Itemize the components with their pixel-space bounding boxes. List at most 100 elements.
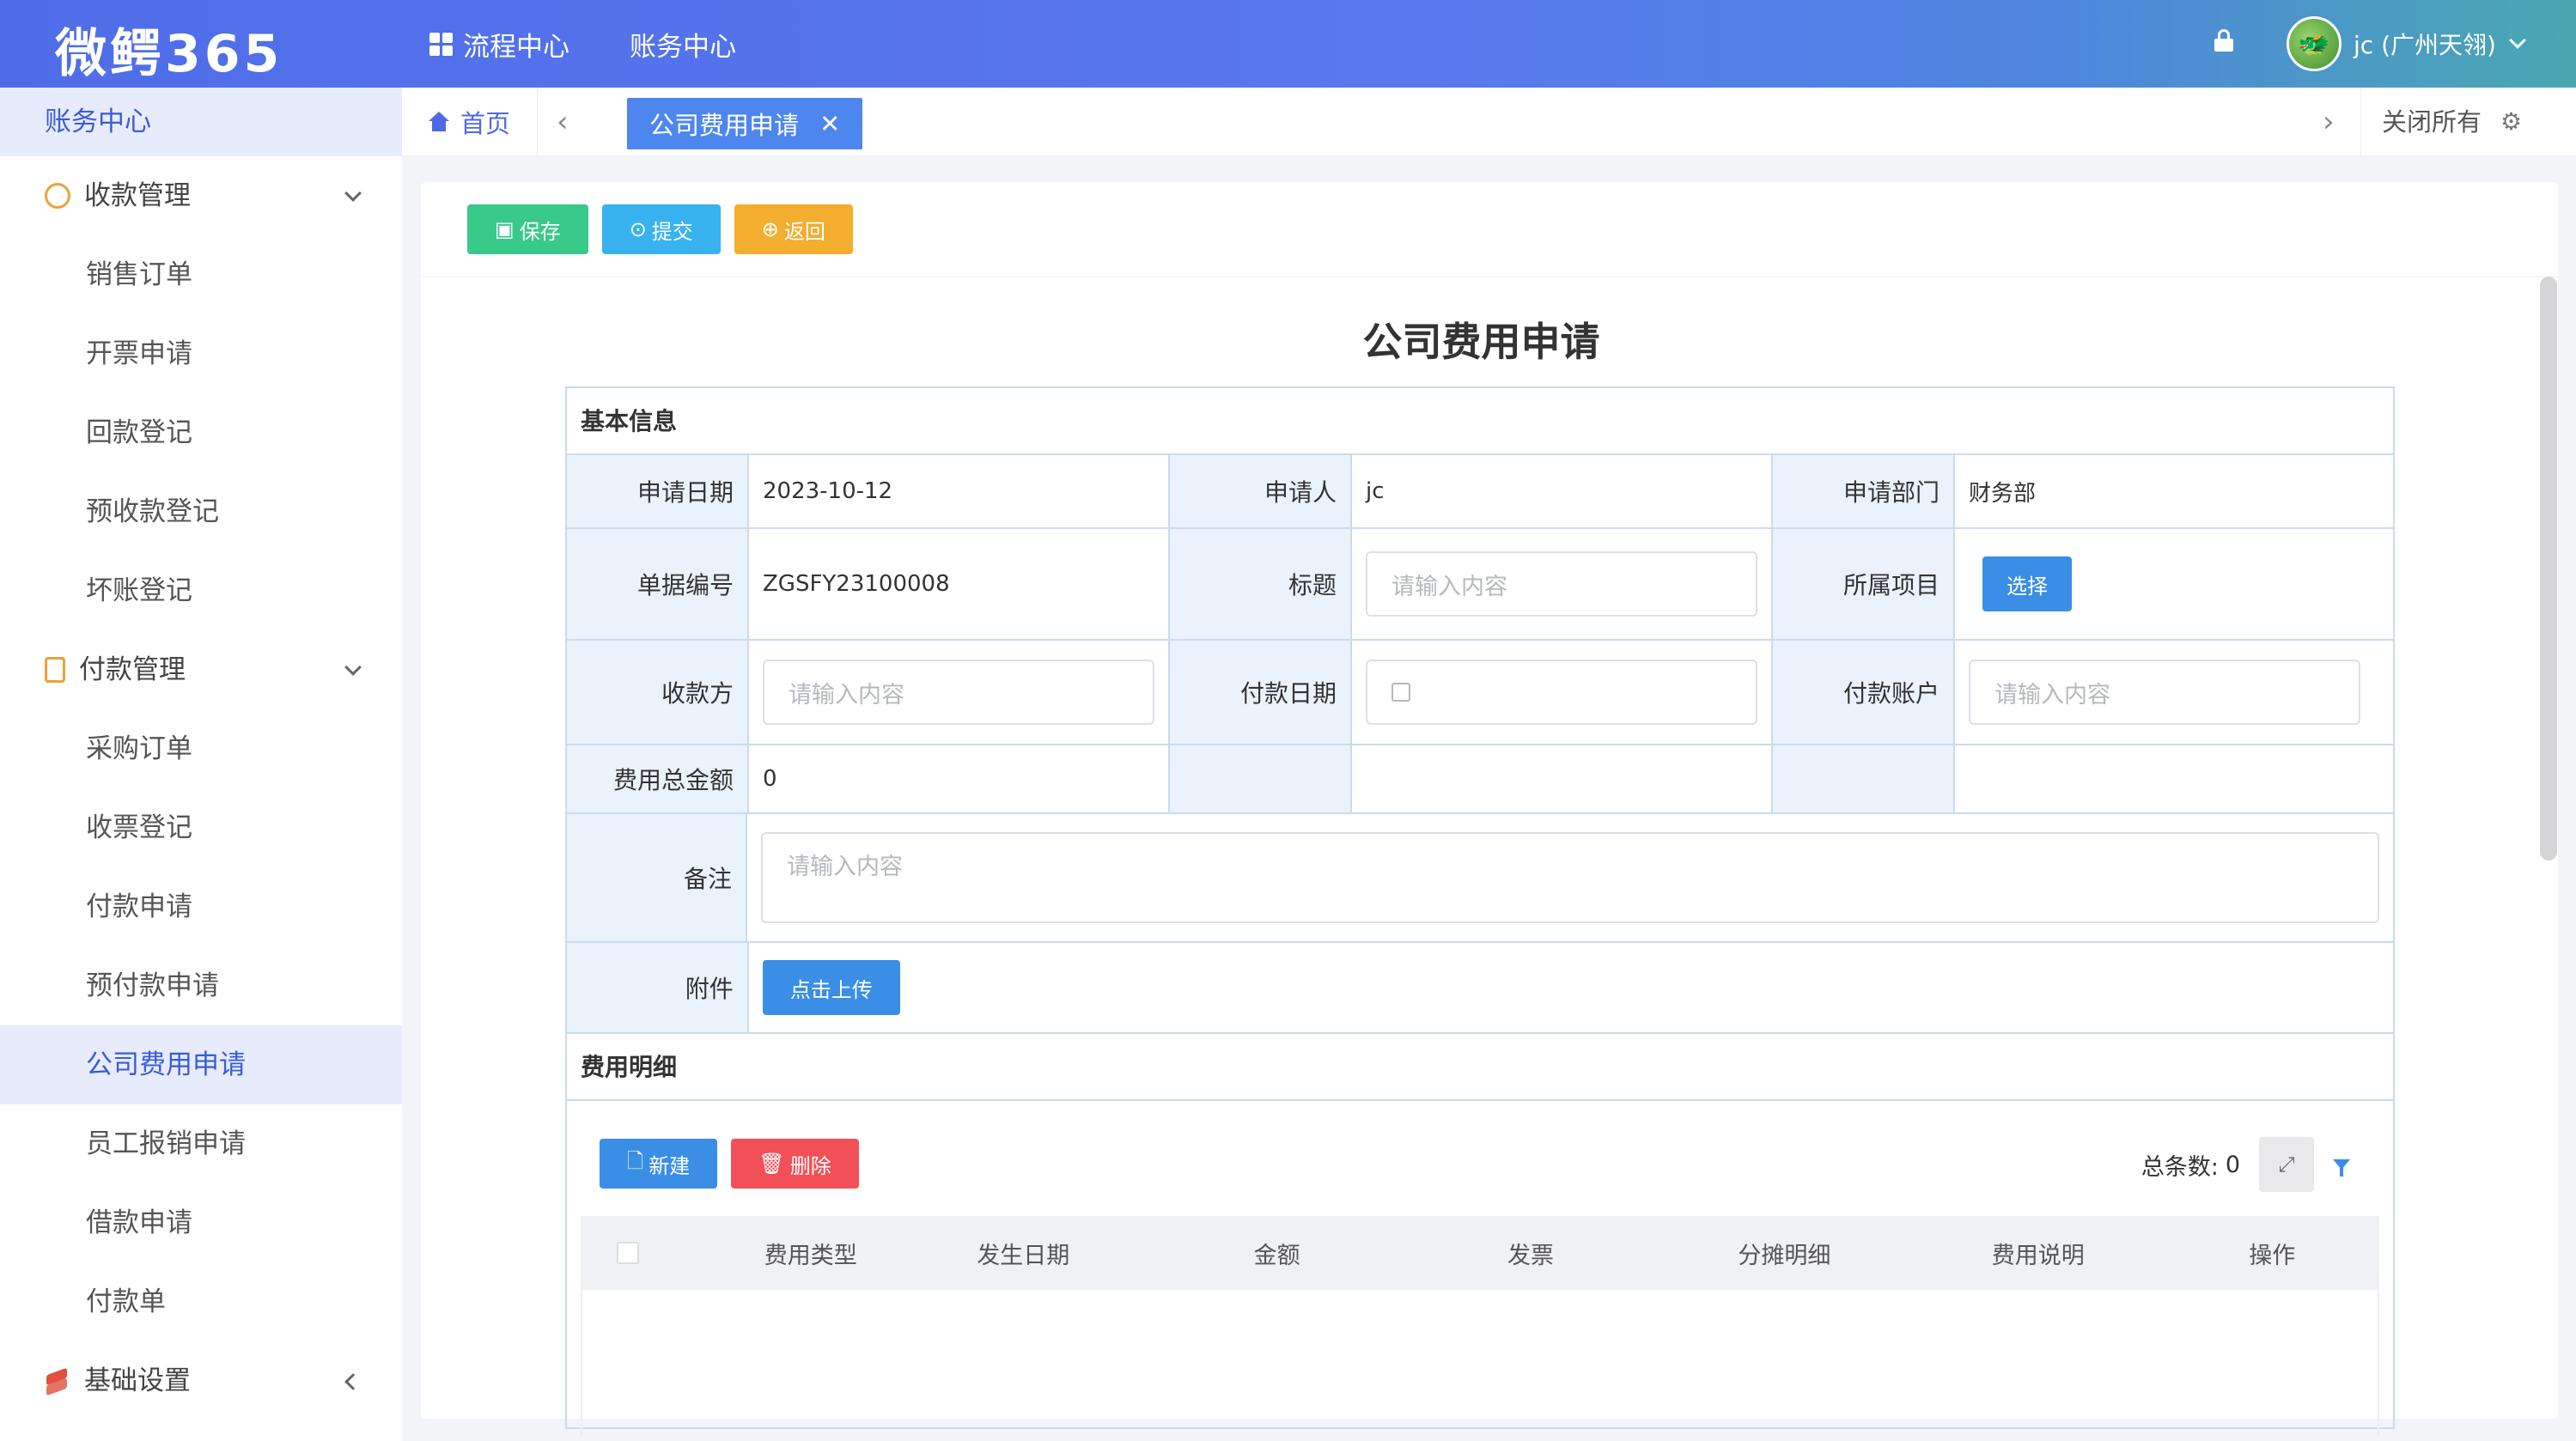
save-icon: ▣ (495, 217, 515, 241)
tab-home-label: 首页 (460, 109, 511, 138)
sidebar-item-sales-order[interactable]: 销售订单 (0, 235, 402, 314)
select-project-button[interactable]: 选择 (1982, 556, 2072, 611)
app-logo[interactable]: 微鳄365 (55, 12, 283, 87)
lock-icon[interactable] (2214, 29, 2233, 52)
save-button[interactable]: ▣ 保存 (467, 204, 588, 254)
table-header: 费用类型 发生日期 金额 发票 分摊明细 费用说明 操作 (581, 1216, 2379, 1290)
sidebar-item-payment-request[interactable]: 付款申请 (0, 867, 402, 946)
delete-button[interactable]: 🗑 删除 (731, 1139, 859, 1189)
sidebar-title: 账务中心 (0, 88, 402, 156)
chevron-left-icon[interactable]: ‹ (557, 88, 569, 156)
column-header[interactable]: 发票 (1404, 1237, 1657, 1270)
column-header[interactable]: 费用类型 (725, 1237, 897, 1270)
applicant-label: 申请人 (1170, 455, 1352, 527)
sidebar-item-loan-request[interactable]: 借款申请 (0, 1183, 402, 1262)
expand-icon[interactable]: ⤢ (2259, 1137, 2314, 1192)
form-row: 单据编号 ZGSFY23100008 标题 请输入内容 所属项目 选择 (567, 529, 2393, 641)
gear-icon[interactable]: ⚙ (2500, 110, 2522, 134)
empty-value (1955, 745, 2376, 812)
column-header[interactable]: 操作 (2165, 1237, 2379, 1270)
chevron-right-icon[interactable]: › (2323, 88, 2335, 156)
close-all-button[interactable]: 关闭所有 (2382, 88, 2482, 156)
total-count-label: 总条数: (2141, 1153, 2219, 1181)
payee-cell: 请输入内容 (749, 641, 1170, 744)
nav-label: 账务中心 (630, 31, 736, 63)
sidebar-item-advance-receipt[interactable]: 预收款登记 (0, 472, 402, 551)
divider (2360, 88, 2361, 156)
sidebar-item-purchase-order[interactable]: 采购订单 (0, 709, 402, 788)
sidebar-item-invoice-request[interactable]: 开票申请 (0, 314, 402, 393)
tab-company-expense[interactable]: 公司费用申请 ✕ (627, 98, 863, 149)
sidebar-item-invoice-received[interactable]: 收票登记 (0, 788, 402, 867)
chevron-down-icon (344, 185, 362, 202)
coin-icon (45, 183, 70, 209)
form-row: 费用总金额 0 (567, 745, 2393, 814)
submit-button[interactable]: ⊙ 提交 (601, 204, 721, 254)
avatar: 🐲 (2287, 16, 2342, 71)
upload-button[interactable]: 点击上传 (762, 960, 900, 1015)
main-panel: ▣ 保存 ⊙ 提交 ⊕ 返回 公司费用申请 基本信息 申请日期 2023-10-… (421, 182, 2558, 1436)
file-icon: 🗋 (627, 1148, 644, 1173)
column-header[interactable]: 金额 (1150, 1237, 1404, 1270)
top-nav: 流程中心 账务中心 (429, 0, 736, 88)
section-expense-detail: 费用明细 (567, 1034, 2393, 1101)
submit-label: 提交 (651, 219, 693, 244)
pay-date-picker[interactable] (1366, 660, 1757, 725)
sidebar-item-payment-received[interactable]: 回款登记 (0, 393, 402, 472)
sidebar-group-payables[interactable]: 付款管理 (0, 630, 402, 709)
applicant-value: jc (1352, 455, 1773, 527)
pay-account-input[interactable]: 请输入内容 (1969, 660, 2360, 725)
nav-finance-center[interactable]: 账务中心 (630, 25, 736, 64)
sidebar-item-employee-reimbursement[interactable]: 员工报销申请 (0, 1104, 402, 1183)
table-body (581, 1290, 2379, 1436)
apply-date-label: 申请日期 (567, 455, 749, 527)
column-header[interactable]: 费用说明 (1911, 1237, 2165, 1270)
chevron-left-icon (344, 1373, 362, 1390)
sidebar-group-settings[interactable]: 基础设置 (0, 1341, 402, 1420)
remark-textarea[interactable]: 请输入内容 (761, 832, 2379, 923)
check-circle-icon: ⊙ (629, 217, 647, 241)
divider (537, 88, 538, 156)
sidebar-item-bad-debt[interactable]: 坏账登记 (0, 551, 402, 630)
remark-cell: 请输入内容 (747, 814, 2393, 941)
form-row: 备注 请输入内容 (567, 814, 2393, 943)
dept-label: 申请部门 (1773, 455, 1955, 527)
detail-toolbar: 🗋 新建 🗑 删除 (600, 1139, 2379, 1189)
form-toolbar: ▣ 保存 ⊙ 提交 ⊕ 返回 (467, 204, 853, 254)
subject-cell: 请输入内容 (1352, 529, 1773, 639)
back-label: 返回 (783, 219, 825, 244)
new-button[interactable]: 🗋 新建 (600, 1139, 718, 1189)
sidebar-item-payment-order[interactable]: 付款单 (0, 1262, 402, 1341)
close-icon[interactable]: ✕ (819, 109, 840, 138)
sidebar-group-receivables[interactable]: 收款管理 (0, 156, 402, 235)
grid-icon (429, 32, 453, 56)
home-icon (428, 112, 450, 132)
chevron-down-icon (2509, 32, 2526, 49)
new-label: 新建 (649, 1153, 691, 1178)
subject-input[interactable]: 请输入内容 (1366, 551, 1757, 617)
filter-icon[interactable] (2333, 1159, 2350, 1177)
scrollbar[interactable] (2540, 277, 2557, 860)
attach-label: 附件 (567, 943, 749, 1032)
subject-label: 标题 (1170, 529, 1352, 639)
sidebar-group-label: 付款管理 (79, 654, 186, 685)
column-header[interactable]: 分摊明细 (1658, 1237, 1911, 1270)
empty-label (1773, 745, 1955, 812)
expense-form: 基本信息 申请日期 2023-10-12 申请人 jc 申请部门 财务部 单据编… (565, 386, 2395, 1436)
sidebar-item-prepayment-request[interactable]: 预付款申请 (0, 946, 402, 1025)
tab-home[interactable]: 首页 (428, 88, 510, 156)
total-count: 0 (2225, 1151, 2240, 1178)
sidebar-item-company-expense[interactable]: 公司费用申请 (0, 1025, 402, 1104)
sidebar-group-label: 收款管理 (84, 180, 191, 211)
nav-process-center[interactable]: 流程中心 (429, 25, 569, 64)
user-menu[interactable]: 🐲 jc (广州天翎) (2287, 12, 2526, 76)
back-button[interactable]: ⊕ 返回 (734, 204, 853, 254)
nav-label: 流程中心 (463, 31, 569, 63)
select-all-checkbox[interactable] (617, 1242, 639, 1264)
sidebar-group-label: 基础设置 (84, 1365, 191, 1396)
form-row: 申请日期 2023-10-12 申请人 jc 申请部门 财务部 (567, 455, 2393, 529)
column-header[interactable]: 发生日期 (897, 1237, 1150, 1270)
top-bar: 微鳄365 流程中心 账务中心 🐲 jc (广州天翎) (0, 0, 2576, 88)
payee-input[interactable]: 请输入内容 (763, 660, 1154, 725)
empty-value (1352, 745, 1773, 812)
